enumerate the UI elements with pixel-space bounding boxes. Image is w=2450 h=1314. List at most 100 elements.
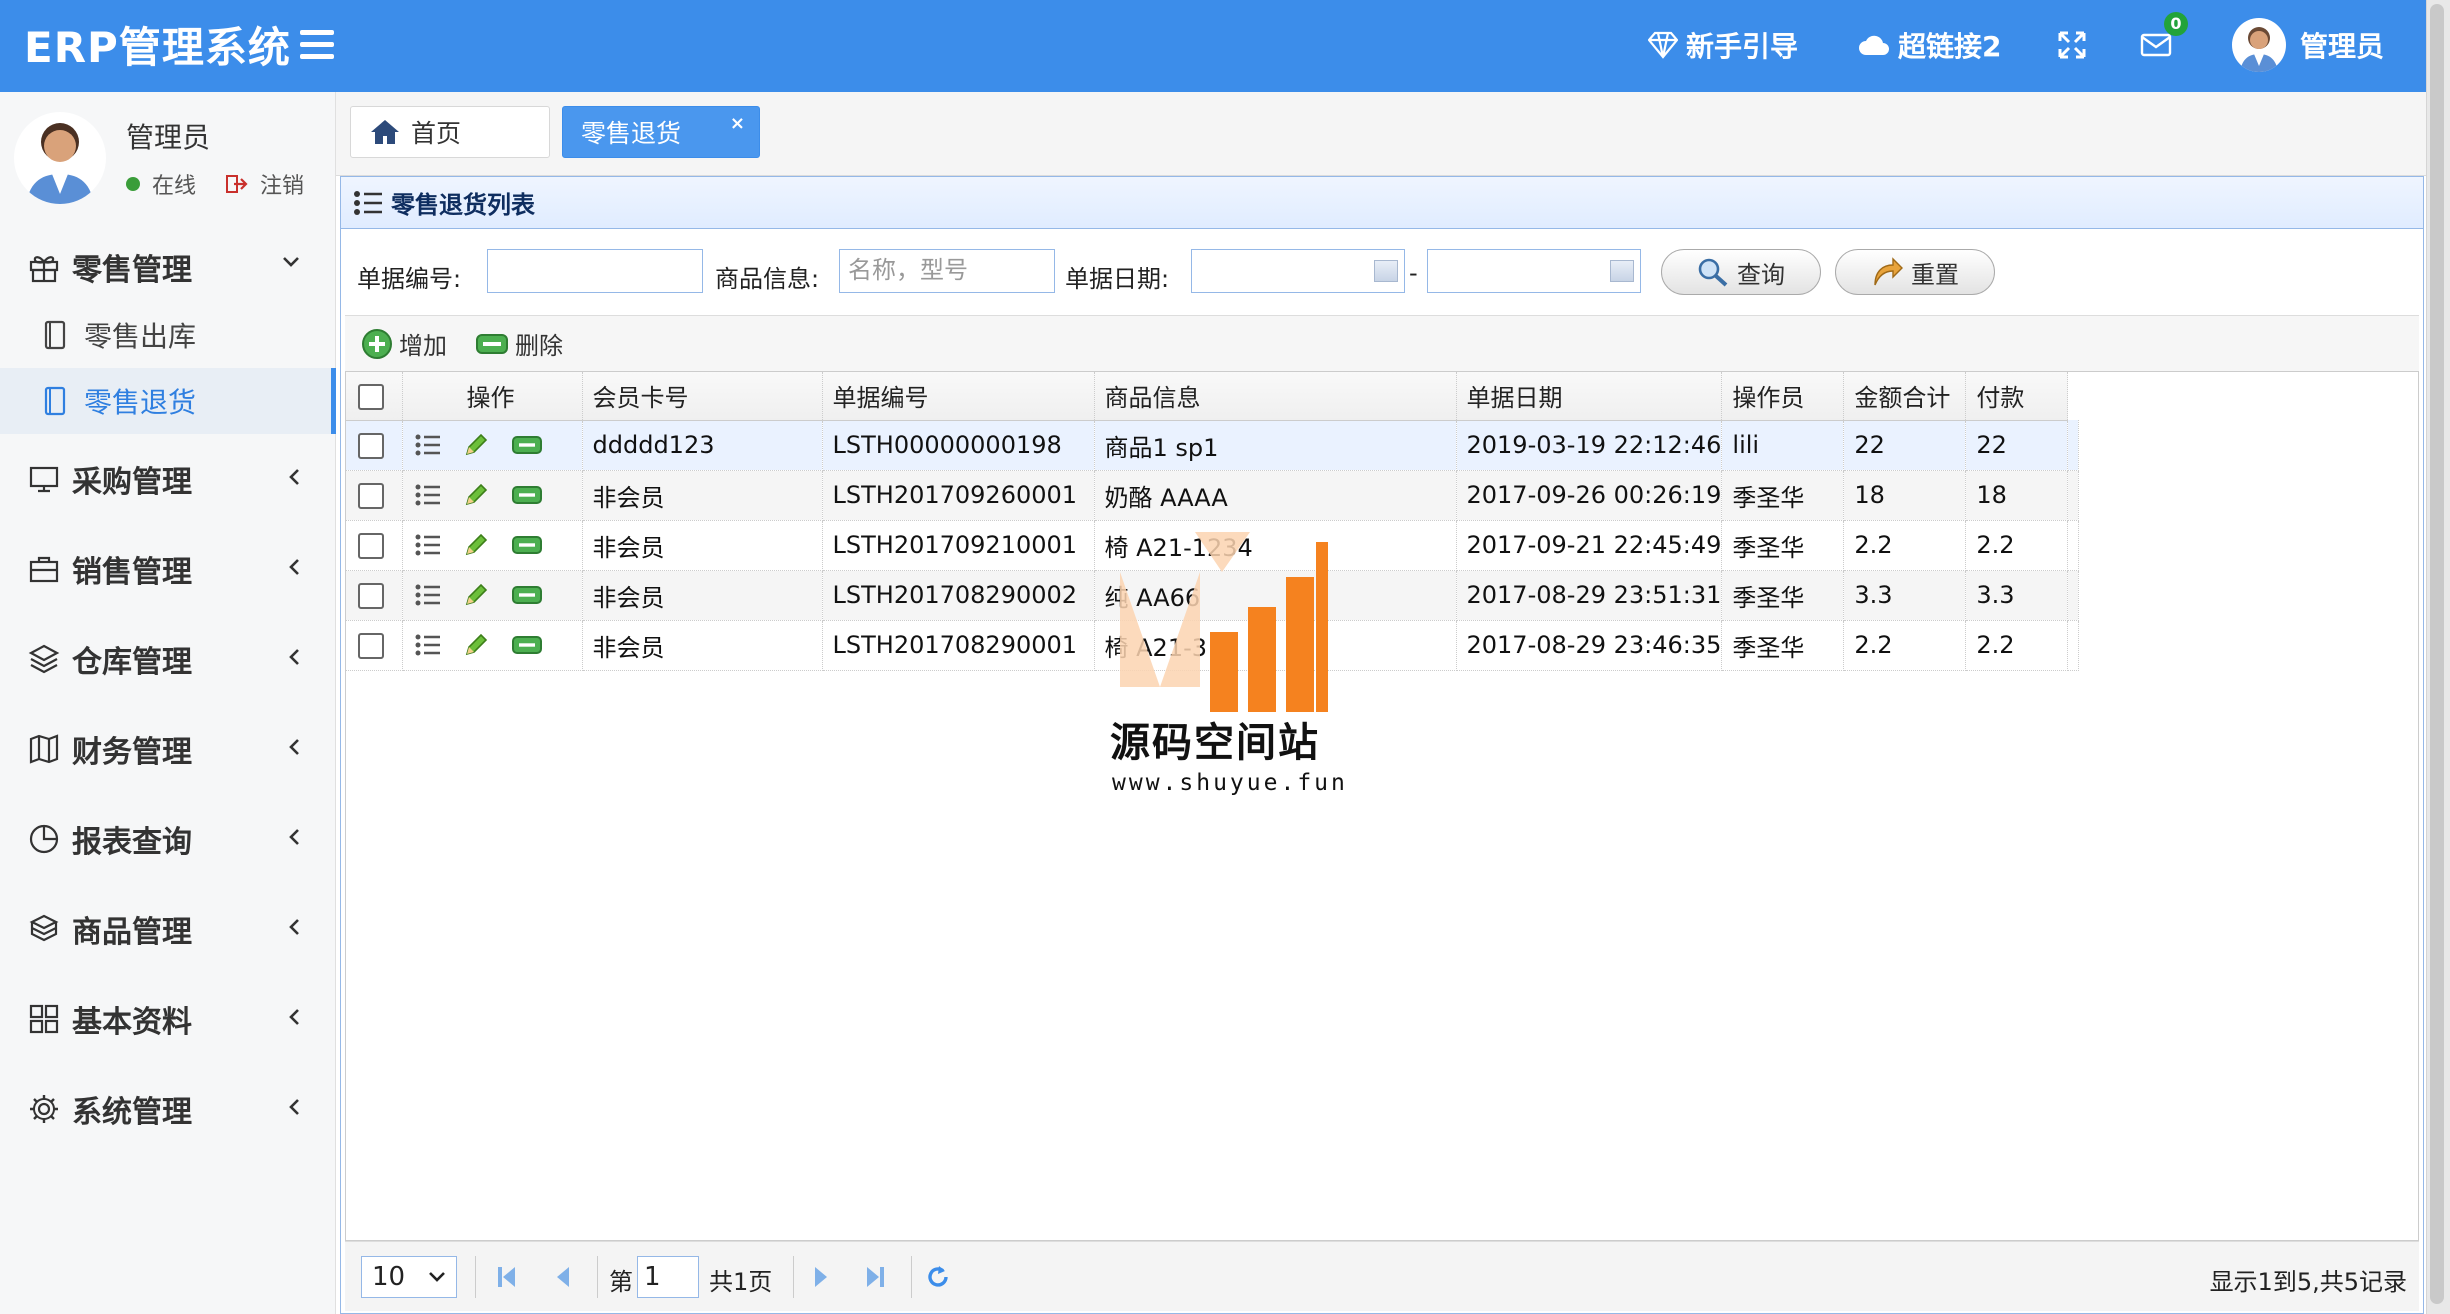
delete-minus-icon[interactable] <box>511 434 543 456</box>
row-checkbox[interactable] <box>358 533 384 559</box>
hyperlink-2[interactable]: 超链接2 <box>1858 22 2001 68</box>
watermark-title: 源码空间站 <box>1110 720 1320 766</box>
chevron-down-icon <box>429 1272 445 1282</box>
gift-icon <box>29 256 59 283</box>
edit-pencil-icon[interactable] <box>463 632 489 658</box>
list-icon <box>354 190 382 215</box>
row-actions <box>402 470 583 521</box>
cloud-icon <box>1859 35 1889 55</box>
column-header[interactable]: 商品信息 <box>1094 372 1457 421</box>
table-cell: LSTH201709210001 <box>822 520 1095 571</box>
detail-list-icon[interactable] <box>415 633 441 657</box>
sidebar-group-purchase[interactable]: 采购管理 <box>0 444 336 514</box>
table-cell: lili <box>1721 420 1845 471</box>
sidebar-item-retail-return[interactable]: 零售退货 <box>0 368 336 434</box>
sidebar-group-system[interactable]: 系统管理 <box>0 1074 336 1144</box>
sidebar-item-retail-out[interactable]: 零售出库 <box>0 302 336 368</box>
date-end-input[interactable] <box>1427 249 1641 293</box>
chevron-left-icon <box>289 559 299 575</box>
table-cell: 2.2 <box>1965 620 2069 671</box>
edit-pencil-icon[interactable] <box>463 582 489 608</box>
table-cell: 2017-09-21 22:45:49 <box>1456 520 1723 571</box>
tab-home[interactable]: 首页 <box>350 106 550 158</box>
search-form: 单据编号: 商品信息: 单据日期: - 查询 重置 <box>341 239 2423 307</box>
delete-minus-icon[interactable] <box>511 584 543 606</box>
sidebar-group-warehouse[interactable]: 仓库管理 <box>0 624 336 694</box>
sidebar-group-label: 零售管理 <box>72 253 192 288</box>
row-checkbox[interactable] <box>358 483 384 509</box>
sidebar-group-goods[interactable]: 商品管理 <box>0 894 336 964</box>
page-number-input[interactable]: 1 <box>637 1256 699 1298</box>
table-cell: 季圣华 <box>1721 620 1845 671</box>
table-cell: LSTH201709260001 <box>822 470 1095 521</box>
prev-page-icon[interactable] <box>553 1264 573 1290</box>
page-total: 共1页 <box>709 1268 773 1296</box>
calendar-icon[interactable] <box>1610 260 1634 282</box>
table-cell: 非会员 <box>582 570 823 621</box>
select-all-checkbox[interactable] <box>358 383 384 410</box>
column-header[interactable]: 操作 <box>402 372 583 421</box>
sidebar-group-basic[interactable]: 基本资料 <box>0 984 336 1054</box>
tab-label: 零售退货 <box>581 119 682 148</box>
delete-minus-icon[interactable] <box>511 484 543 506</box>
row-checkbox[interactable] <box>358 433 384 459</box>
detail-list-icon[interactable] <box>415 483 441 507</box>
sidebar-item-label: 零售退货 <box>84 386 197 419</box>
chevron-left-icon <box>289 1009 299 1025</box>
mail-badge: 0 <box>2164 12 2188 36</box>
page-scrollbar-thumb[interactable] <box>2430 4 2444 1304</box>
column-header[interactable]: 金额合计 <box>1843 372 1967 421</box>
sidebar-group-sales[interactable]: 销售管理 <box>0 534 336 604</box>
row-select-cell <box>346 420 403 471</box>
pager-separator <box>911 1256 912 1298</box>
delete-label: 删除 <box>515 332 563 360</box>
refresh-icon[interactable] <box>925 1264 951 1290</box>
add-button[interactable]: 增加 <box>361 326 447 361</box>
chevron-left-icon <box>289 649 299 665</box>
tab-retail-return[interactable]: 零售退货 × <box>562 106 760 158</box>
column-header[interactable]: 单据日期 <box>1456 372 1723 421</box>
detail-list-icon[interactable] <box>415 533 441 557</box>
row-checkbox[interactable] <box>358 633 384 659</box>
logout-link[interactable]: 注销 <box>226 168 304 200</box>
tab-close-icon[interactable]: × <box>730 113 745 134</box>
delete-button[interactable]: 删除 <box>475 326 563 361</box>
calendar-icon[interactable] <box>1374 260 1398 282</box>
delete-minus-icon[interactable] <box>511 634 543 656</box>
table-row[interactable]: ddddd123 LSTH00000000198 商品1 sp1 2019-03-19… <box>346 420 2080 471</box>
goods-input[interactable] <box>839 249 1055 293</box>
menu-toggle-icon[interactable] <box>300 30 334 60</box>
column-header[interactable]: 单据编号 <box>822 372 1095 421</box>
sidebar-group-finance[interactable]: 财务管理 <box>0 714 336 784</box>
edit-pencil-icon[interactable] <box>463 432 489 458</box>
table-cell: 18 <box>1965 470 2069 521</box>
column-header[interactable]: 会员卡号 <box>582 372 823 421</box>
fullscreen-button[interactable] <box>2058 22 2094 68</box>
first-page-icon[interactable] <box>495 1264 519 1290</box>
guide-link[interactable]: 新手引导 <box>1648 22 1798 68</box>
header-avatar[interactable] <box>2232 18 2286 72</box>
sidebar-group-reports[interactable]: 报表查询 <box>0 804 336 874</box>
row-checkbox[interactable] <box>358 583 384 609</box>
sidebar-group-retail[interactable]: 零售管理 <box>0 232 336 302</box>
watermark-url: www.shuyue.fun <box>1112 770 1348 796</box>
column-header[interactable]: 付款 <box>1965 372 2069 421</box>
date-start-input[interactable] <box>1191 249 1405 293</box>
reset-button[interactable]: 重置 <box>1835 249 1995 295</box>
next-page-icon[interactable] <box>811 1264 831 1290</box>
row-select-cell <box>346 520 403 571</box>
edit-pencil-icon[interactable] <box>463 482 489 508</box>
page-size-select[interactable]: 10 <box>361 1256 457 1298</box>
detail-list-icon[interactable] <box>415 583 441 607</box>
table-cell-empty <box>2067 420 2080 471</box>
doc-no-input[interactable] <box>487 249 703 293</box>
reset-label: 重置 <box>1911 260 1959 289</box>
query-button[interactable]: 查询 <box>1661 249 1821 295</box>
delete-minus-icon[interactable] <box>511 534 543 556</box>
row-select-cell <box>346 620 403 671</box>
header-user[interactable]: 管理员 <box>2300 22 2384 68</box>
last-page-icon[interactable] <box>863 1264 887 1290</box>
column-header[interactable]: 操作员 <box>1721 372 1845 421</box>
detail-list-icon[interactable] <box>415 433 441 457</box>
edit-pencil-icon[interactable] <box>463 532 489 558</box>
